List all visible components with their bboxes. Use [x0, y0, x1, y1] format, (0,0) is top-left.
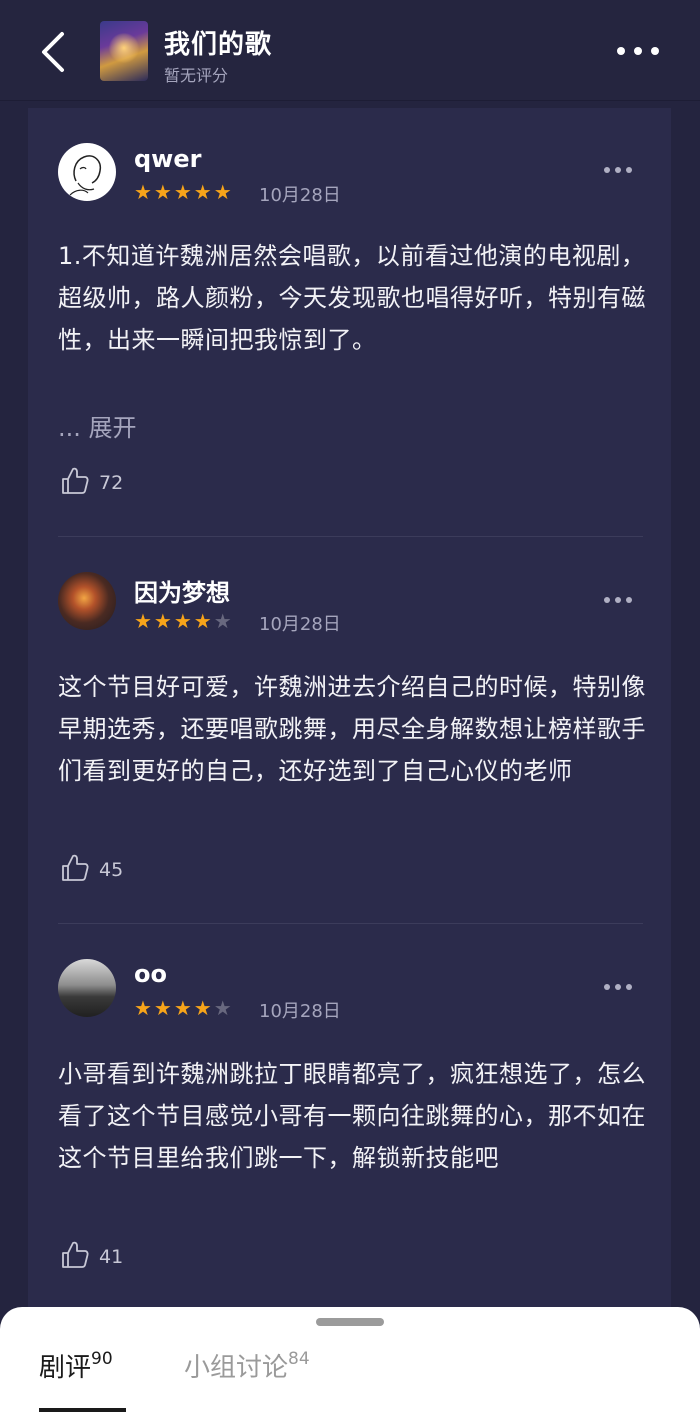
sketch-portrait-icon [69, 155, 102, 196]
empty-stars: ★ [213, 996, 234, 1020]
tab-reviews[interactable]: 剧评90 [39, 1347, 113, 1384]
username[interactable]: 因为梦想 [134, 573, 230, 608]
like-count: 72 [99, 472, 124, 494]
review-text[interactable]: 这个节目好可爱，许魏洲进去介绍自己的时候，特别像早期选秀，还要唱歌跳舞，用尽全身… [58, 666, 648, 792]
rating-status: 暂无评分 [164, 66, 229, 85]
tab-label: 小组讨论 [184, 1353, 289, 1383]
drag-handle[interactable] [316, 1318, 384, 1326]
review-date: 10月28日 [259, 1001, 341, 1022]
more-dots-icon[interactable] [616, 44, 660, 58]
thumbs-up-icon[interactable] [60, 853, 90, 883]
review-item: 因为梦想 ★★★★★ 10月28日 这个节目好可爱，许魏洲进去介绍自己的时候，特… [28, 538, 671, 925]
album-cover-image[interactable] [100, 21, 148, 81]
tab-count: 84 [288, 1349, 310, 1370]
back-chevron-icon[interactable] [34, 28, 74, 76]
divider [58, 923, 643, 924]
user-avatar[interactable] [58, 143, 116, 201]
divider [58, 536, 643, 537]
review-date: 10月28日 [259, 614, 341, 635]
filled-stars: ★★★★★ [134, 180, 234, 204]
user-avatar[interactable] [58, 959, 116, 1017]
review-item: qwer ★★★★★ 10月28日 1.不知道许魏洲居然会唱歌，以前看过他演的电… [28, 108, 671, 538]
rating-stars: ★★★★★ [134, 611, 234, 631]
page-title: 我们的歌 [164, 30, 273, 60]
review-text[interactable]: 小哥看到许魏洲跳拉丁眼睛都亮了，疯狂想选了，怎么看了这个节目感觉小哥有一颗向往跳… [58, 1053, 648, 1179]
top-bar: 我们的歌 暂无评分 [0, 0, 700, 101]
filled-stars: ★★★★ [134, 609, 214, 633]
like-count: 45 [99, 859, 124, 881]
bottom-tab-sheet: 剧评90 小组讨论84 [0, 1307, 700, 1425]
tab-label: 剧评 [39, 1353, 92, 1383]
rating-stars: ★★★★★ [134, 998, 234, 1018]
review-more-icon[interactable] [603, 982, 633, 992]
expand-link[interactable]: ... 展开 [58, 408, 137, 443]
reviews-list: qwer ★★★★★ 10月28日 1.不知道许魏洲居然会唱歌，以前看过他演的电… [28, 108, 671, 1338]
username[interactable]: oo [134, 960, 167, 988]
rating-stars: ★★★★★ [134, 182, 234, 202]
like-count: 41 [99, 1246, 124, 1268]
review-item: oo ★★★★★ 10月28日 小哥看到许魏洲跳拉丁眼睛都亮了，疯狂想选了，怎么… [28, 925, 671, 1325]
review-more-icon[interactable] [603, 595, 633, 605]
active-tab-indicator [39, 1408, 126, 1412]
thumbs-up-icon[interactable] [60, 466, 90, 496]
tab-count: 90 [91, 1349, 113, 1370]
user-avatar[interactable] [58, 572, 116, 630]
tab-group-discussion[interactable]: 小组讨论84 [184, 1347, 310, 1384]
review-more-icon[interactable] [603, 165, 633, 175]
filled-stars: ★★★★ [134, 996, 214, 1020]
empty-stars: ★ [213, 609, 234, 633]
username[interactable]: qwer [134, 145, 201, 173]
review-date: 10月28日 [259, 185, 341, 206]
thumbs-up-icon[interactable] [60, 1240, 90, 1270]
review-text[interactable]: 1.不知道许魏洲居然会唱歌，以前看过他演的电视剧，超级帅，路人颜粉，今天发现歌也… [58, 235, 648, 361]
